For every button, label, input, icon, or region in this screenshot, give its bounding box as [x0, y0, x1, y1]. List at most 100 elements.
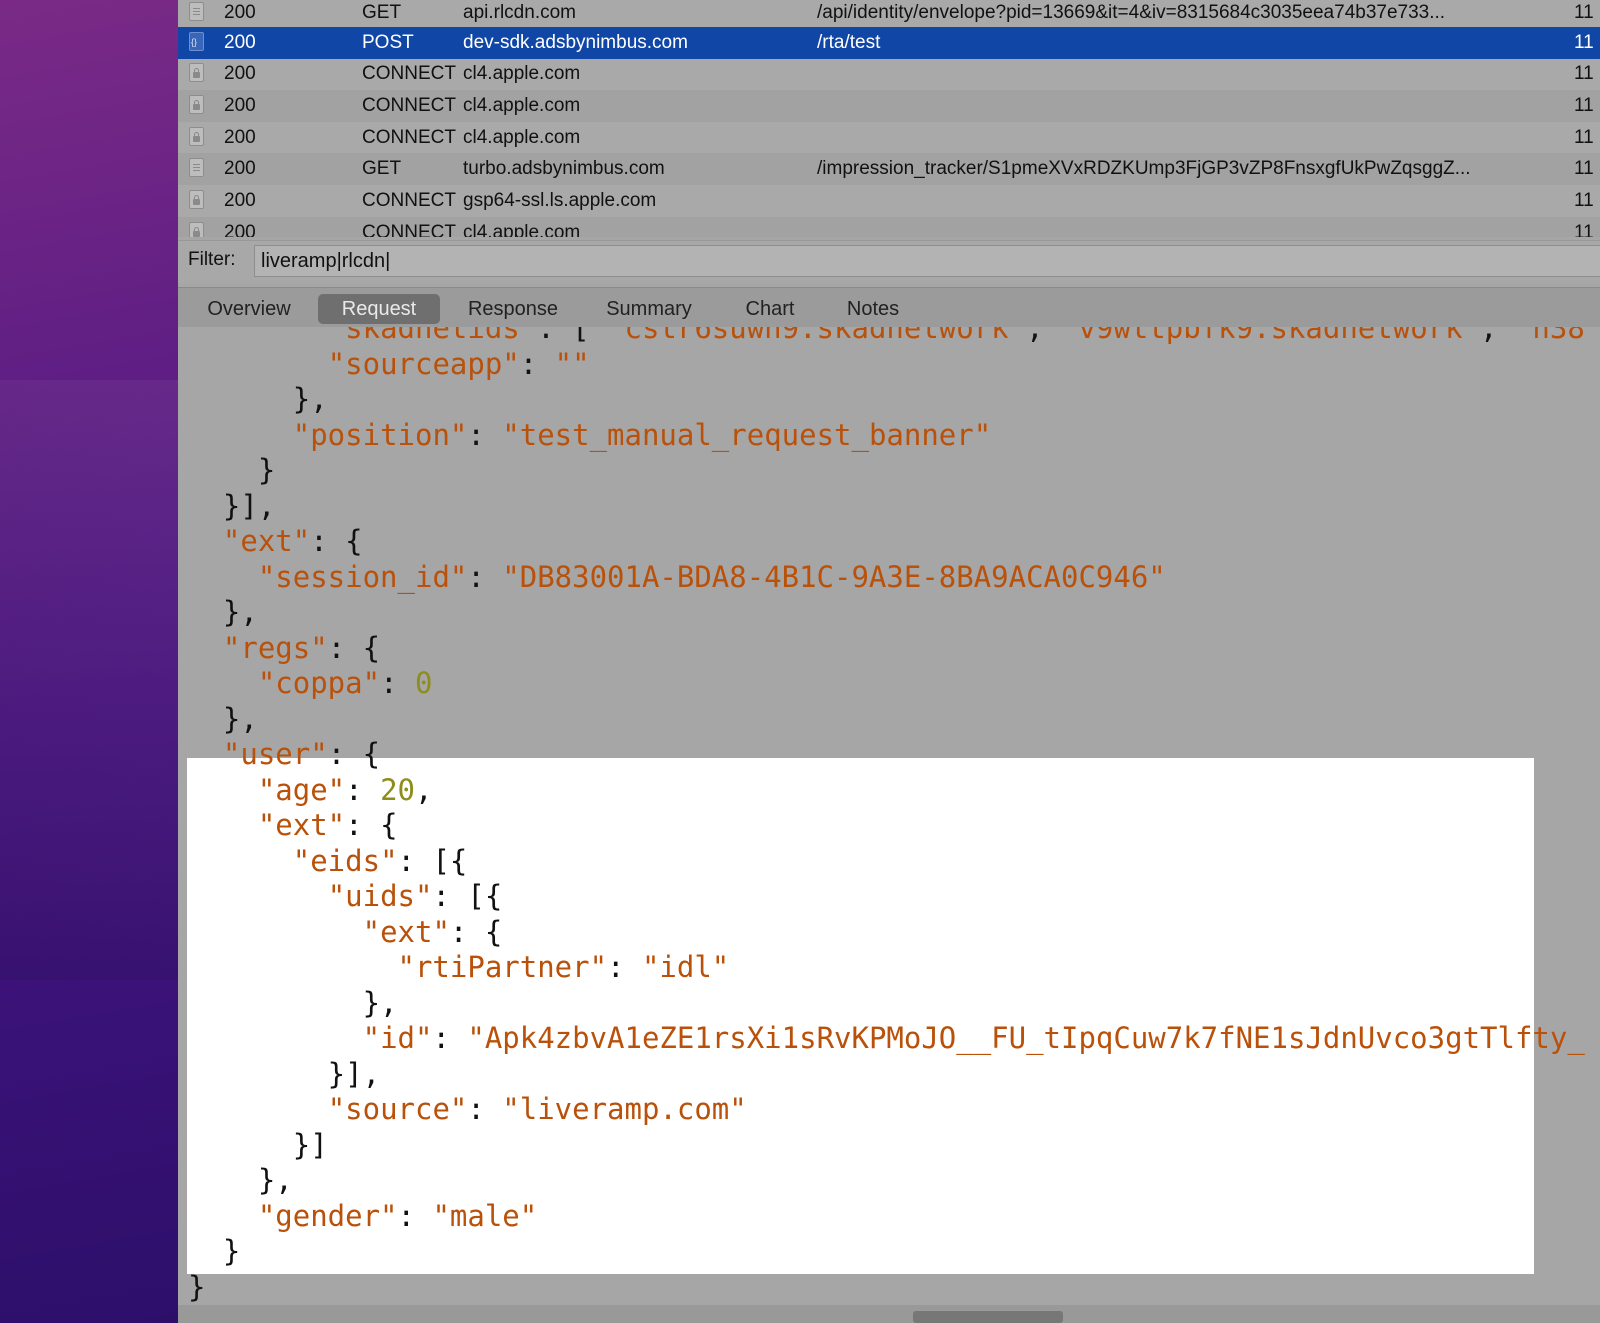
json-punctuation [188, 524, 223, 558]
json-punctuation [188, 347, 328, 381]
path-cell: /api/identity/envelope?pid=13669&it=4&iv… [817, 2, 1446, 23]
tab-chart[interactable]: Chart [722, 294, 818, 324]
request-row[interactable]: 200 CONNECT cl4.apple.com 11 [178, 58, 1600, 90]
json-key: "ext" [257, 808, 346, 842]
json-punctuation [188, 631, 223, 665]
json-punctuation: }, [188, 701, 258, 736]
method-cell: CONNECT [362, 95, 456, 116]
method-cell: GET [362, 158, 402, 179]
json-key: "regs" [222, 630, 328, 665]
host-cell: cl4.apple.com [463, 127, 581, 148]
duration-cell: 11 [1574, 95, 1594, 116]
host-cell: cl4.apple.com [463, 63, 581, 84]
json-punctuation [188, 666, 258, 700]
code-line: }, [188, 382, 328, 417]
code-line: "uids": [{ [188, 879, 503, 914]
lock-icon [189, 63, 204, 82]
host-cell: dev-sdk.adsbynimbus.com [463, 32, 688, 53]
json-punctuation [188, 737, 223, 771]
tab-overview[interactable]: Overview [194, 294, 304, 324]
json-punctuation [188, 418, 293, 452]
code-line: "eids": [{ [188, 843, 468, 879]
request-list[interactable]: 200 GET api.rlcdn.com/api/identity/envelop… [178, 0, 1600, 237]
code-line: "ext": { [188, 808, 398, 843]
json-string: "test_manual_request_banner" [502, 417, 992, 452]
json-punctuation: : [345, 772, 381, 807]
json-key: "sourceapp" [327, 346, 520, 381]
code-line: "session_id": "DB83001A-BDA8-4B1C-9A3E-8… [188, 560, 1166, 595]
json-punctuation: , [415, 772, 433, 807]
json-punctuation [188, 1199, 258, 1233]
code-line: } [188, 1270, 205, 1305]
code-line: }, [188, 986, 398, 1021]
json-punctuation: } [188, 1234, 241, 1268]
json-punctuation: : [467, 417, 503, 452]
tab-summary[interactable]: Summary [586, 294, 712, 324]
json-string: "liveramp.com" [502, 1092, 747, 1126]
code-line: }, [188, 1163, 293, 1198]
code-line: }, [188, 595, 258, 630]
document-icon [189, 2, 204, 21]
json-punctuation: , [1480, 327, 1515, 345]
request-row[interactable]: 200 CONNECT cl4.apple.com 11 [178, 217, 1600, 237]
host-cell: turbo.adsbynimbus.com [463, 158, 665, 179]
method-cell: POST [362, 32, 414, 53]
json-string: "v9wttpbfk9.skadnetwork" [1061, 327, 1481, 345]
json-number: 20 [380, 772, 415, 807]
status-cell: 200 [224, 63, 256, 84]
json-string: "Apk4zbvA1eZE1rsXi1sRvKPMoJO__FU_tIpqCuw… [467, 1021, 1585, 1055]
duration-cell: 11 [1574, 32, 1594, 53]
request-row[interactable]: 200 CONNECT cl4.apple.com 11 [178, 90, 1600, 122]
json-string: "idl" [641, 950, 730, 984]
request-row[interactable]: 200 GET turbo.adsbynimbus.com/impression_t… [178, 153, 1600, 185]
code-line: }], [188, 1057, 380, 1092]
host-cell: cl4.apple.com [463, 95, 581, 116]
desktop-background [0, 0, 178, 1323]
request-body-viewer[interactable]: "skadnetids": [ "cstr6suwn9.skadnetwork"… [178, 327, 1600, 1305]
json-punctuation: : [397, 1198, 433, 1233]
duration-cell: 11 [1574, 127, 1594, 148]
lock-icon [189, 127, 204, 146]
json-punctuation: }, [188, 985, 398, 1020]
tab-notes[interactable]: Notes [828, 294, 918, 324]
code-line: "ext": { [188, 524, 363, 559]
method-cell: CONNECT [362, 190, 456, 211]
request-row[interactable]: 200 GET api.rlcdn.com/api/identity/envelop… [178, 0, 1600, 29]
json-string: "cstr6suwn9.skadnetwork" [607, 327, 1027, 345]
request-row[interactable]: 200 POST dev-sdk.adsbynimbus.com/rta/test 1… [178, 26, 1600, 59]
host-cell: cl4.apple.com [463, 222, 581, 237]
json-punctuation: : [{ [432, 879, 503, 913]
request-row[interactable]: 200 CONNECT gsp64-ssl.ls.apple.com 11 [178, 185, 1600, 217]
json-key: "age" [257, 772, 346, 807]
request-row[interactable]: 200 CONNECT cl4.apple.com 11 [178, 122, 1600, 154]
json-punctuation [188, 915, 363, 949]
json-punctuation: : { [345, 808, 398, 842]
lock-icon [189, 95, 204, 114]
json-punctuation: }] [188, 1127, 328, 1162]
host-cell: api.rlcdn.com [463, 2, 576, 23]
duration-cell: 11 [1574, 222, 1594, 237]
method-cell: CONNECT [362, 127, 456, 148]
scrollbar-thumb[interactable] [913, 1311, 1063, 1323]
document-icon [189, 158, 204, 177]
filter-label: Filter: [188, 249, 236, 270]
code-line: "gender": "male" [188, 1199, 537, 1234]
json-key: "eids" [292, 843, 398, 878]
host-cell: gsp64-ssl.ls.apple.com [463, 190, 657, 211]
json-key: "ext" [362, 914, 450, 949]
tab-response[interactable]: Response [450, 294, 576, 324]
json-punctuation: : [432, 1021, 468, 1055]
tab-bar: Overview Request Response Summary Chart Notes [178, 287, 1600, 328]
status-cell: 200 [224, 158, 256, 179]
filter-input[interactable] [254, 245, 1600, 277]
status-cell: 200 [224, 190, 256, 211]
filter-bar: Filter: [178, 240, 1600, 283]
code-line: "regs": { [188, 631, 380, 666]
json-punctuation [188, 1021, 363, 1055]
json-punctuation: } [188, 1269, 206, 1304]
tab-request[interactable]: Request [318, 294, 440, 324]
json-punctuation: , [1026, 327, 1061, 345]
horizontal-scrollbar[interactable] [178, 1305, 1600, 1323]
json-punctuation: : [519, 346, 555, 381]
json-key: "user" [222, 737, 328, 771]
